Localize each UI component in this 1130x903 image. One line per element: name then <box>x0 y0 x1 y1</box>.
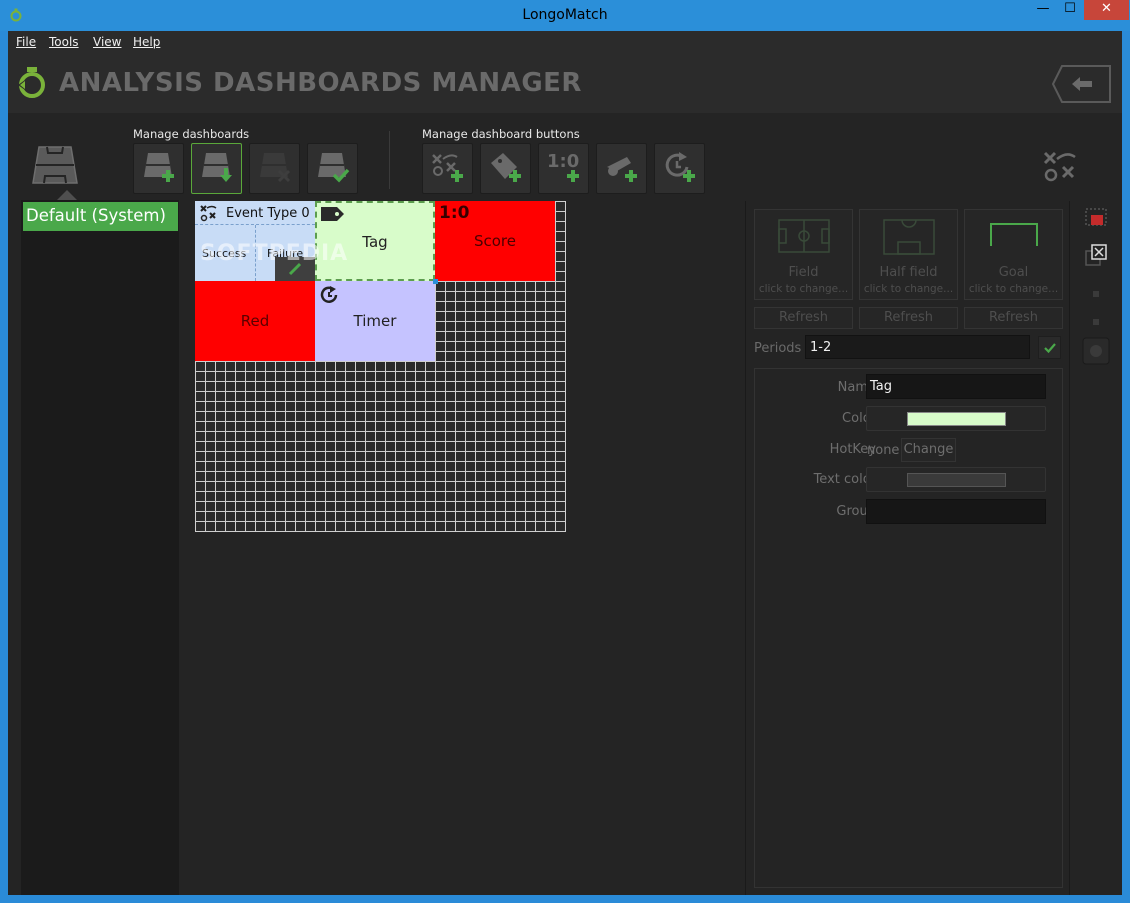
tag-add-icon <box>491 153 521 182</box>
add-tag-button[interactable] <box>480 143 531 194</box>
half-field-hint: click to change... <box>863 283 954 295</box>
menu-bar: File Tools View Help <box>8 31 1122 55</box>
half-field-label: Half field <box>879 265 938 280</box>
score-tile-label: Score <box>473 232 516 250</box>
goal-background-card[interactable]: Goal click to change... <box>964 209 1063 300</box>
record-icon[interactable] <box>1082 337 1110 365</box>
window-title: LongoMatch <box>522 7 608 23</box>
window-titlebar: LongoMatch — ☐ ✕ <box>0 0 1130 31</box>
tactics-icon <box>1043 151 1076 182</box>
field-icon <box>778 219 830 253</box>
check-icon <box>1044 343 1056 354</box>
dashboard-canvas[interactable]: Event Type 0 Success Failure Tag 1:0 Sco… <box>195 201 566 532</box>
group-input[interactable] <box>866 499 1046 524</box>
field-hint: click to change... <box>758 283 849 295</box>
longomatch-logo-icon <box>18 67 45 98</box>
goal-label: Goal <box>998 265 1029 280</box>
field-label: Field <box>788 265 819 280</box>
red-card-tile[interactable]: Red <box>195 281 315 361</box>
toolbar-separator <box>389 131 390 189</box>
menu-tools[interactable]: Tools <box>49 35 79 49</box>
periods-label: Periods <box>754 341 802 356</box>
score-badge: 1:0 <box>439 203 470 223</box>
manage-buttons-label: Manage dashboard buttons <box>422 127 580 141</box>
resize-handle[interactable] <box>433 279 438 284</box>
goal-icon <box>990 223 1038 246</box>
menu-help[interactable]: Help <box>133 35 160 49</box>
half-field-background-card[interactable]: Half field click to change... <box>859 209 958 300</box>
score-tile[interactable]: 1:0 Score <box>435 201 555 281</box>
popup-window-icon[interactable] <box>1084 243 1108 267</box>
main-content: Manage dashboards Manage dashboard butto… <box>8 113 1122 895</box>
hotkey-value: none <box>867 443 900 458</box>
fit-to-screen-icon[interactable] <box>1084 205 1108 229</box>
add-timer-button[interactable] <box>654 143 705 194</box>
manage-dashboards-label: Manage dashboards <box>133 127 250 141</box>
page-title: ANALYSIS DASHBOARDS MANAGER <box>59 68 582 98</box>
dashboard-item-default[interactable]: Default (System) <box>23 202 178 231</box>
event-type-title: Event Type 0 <box>226 206 310 221</box>
periods-input[interactable]: 1-2 <box>805 335 1030 359</box>
import-dashboard-icon <box>202 153 232 182</box>
score-icon-text: 1:0 <box>547 151 579 172</box>
color-picker[interactable] <box>866 406 1046 431</box>
page-header: ANALYSIS DASHBOARDS MANAGER <box>8 55 1122 113</box>
refresh-field-button[interactable]: Refresh <box>754 307 853 329</box>
add-score-button[interactable]: 1:0 <box>538 143 589 194</box>
refresh-half-field-button[interactable]: Refresh <box>859 307 958 329</box>
color-swatch <box>907 412 1006 426</box>
refresh-goal-button[interactable]: Refresh <box>964 307 1063 329</box>
set-default-dashboard-button[interactable] <box>307 143 358 194</box>
tactics-add-icon <box>432 154 463 182</box>
grip-dot-icon <box>1093 319 1099 325</box>
menu-view[interactable]: View <box>93 35 121 49</box>
new-dashboard-icon <box>144 153 174 182</box>
list-pointer <box>57 190 77 200</box>
text-color-swatch <box>907 473 1006 487</box>
dashboard-list: Default (System) <box>21 190 179 895</box>
delete-dashboard-button[interactable] <box>249 143 300 194</box>
import-dashboard-button[interactable] <box>191 143 242 194</box>
grip-dot-icon <box>1093 291 1099 297</box>
tag-icon <box>321 207 344 221</box>
field-background-card[interactable]: Field click to change... <box>754 209 853 300</box>
name-input[interactable]: Tag <box>866 374 1046 399</box>
back-button[interactable] <box>1052 65 1112 103</box>
dashboard-field-icon <box>32 146 78 184</box>
minimize-button[interactable]: — <box>1030 0 1056 20</box>
close-button[interactable]: ✕ <box>1084 0 1129 20</box>
timer-tile-label: Timer <box>353 312 397 330</box>
text-color-picker[interactable] <box>866 467 1046 492</box>
timer-add-icon <box>665 152 695 182</box>
timer-icon <box>320 286 338 303</box>
goal-hint: click to change... <box>968 283 1059 295</box>
apply-periods-button[interactable] <box>1038 336 1061 359</box>
new-dashboard-button[interactable] <box>133 143 184 194</box>
score-add-icon: 1:0 <box>547 151 579 182</box>
add-event-button[interactable] <box>422 143 473 194</box>
change-hotkey-button[interactable]: Change <box>901 438 956 462</box>
add-card-button[interactable] <box>596 143 647 194</box>
set-default-dashboard-icon <box>318 153 350 183</box>
properties-panel: Field click to change... Half field clic… <box>745 201 1070 895</box>
delete-dashboard-icon <box>260 153 291 183</box>
tactics-icon <box>200 205 217 222</box>
menu-file[interactable]: File <box>16 35 36 49</box>
red-tile-label: Red <box>240 312 270 330</box>
half-field-icon <box>883 219 935 255</box>
watermark: SOFTPEDIA <box>200 241 349 266</box>
whistle-add-icon <box>607 157 637 182</box>
maximize-button[interactable]: ☐ <box>1057 0 1083 20</box>
event-type-header: Event Type 0 <box>195 201 315 225</box>
timer-tile[interactable]: Timer <box>315 281 435 361</box>
